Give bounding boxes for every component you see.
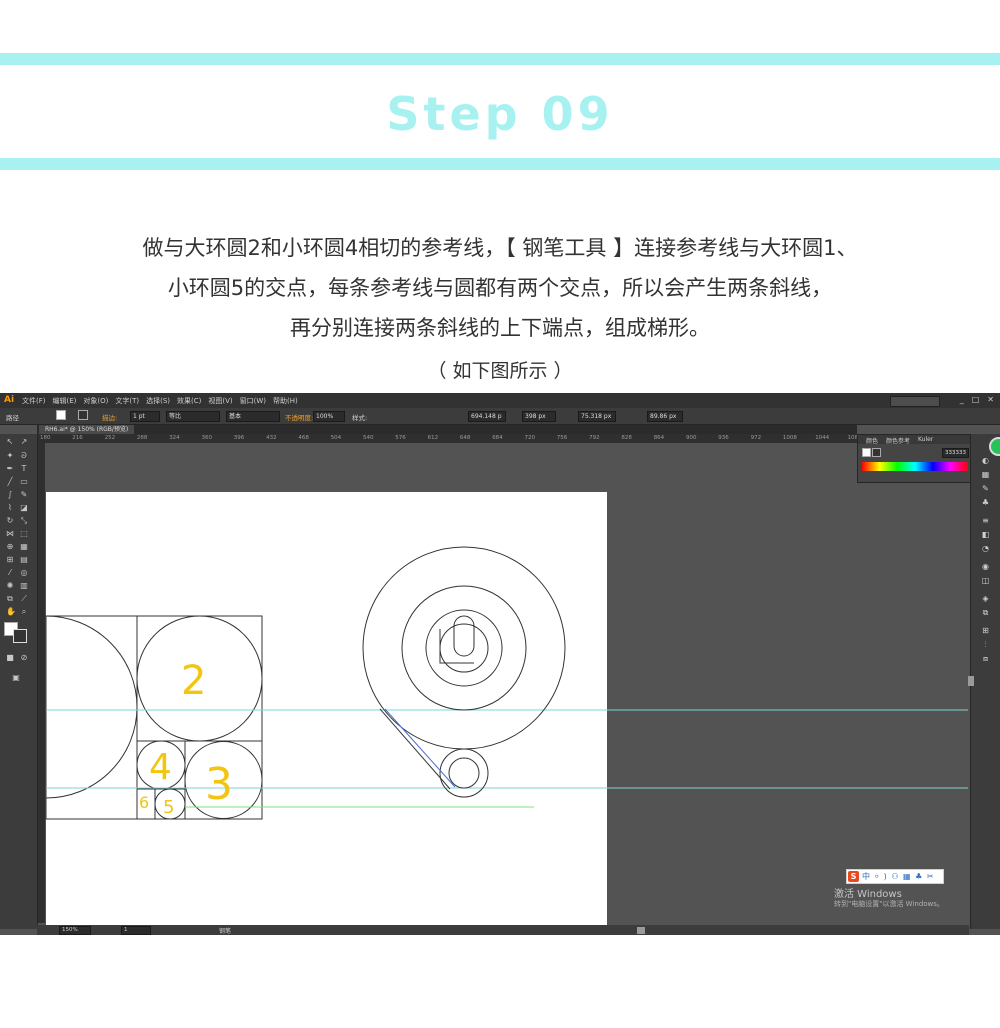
description-line-2: 小环圆5的交点，每条参考线与圆都有两个交点，所以会产生两条斜线， [167, 276, 833, 300]
slanted-line-selected[interactable] [384, 708, 456, 788]
panel-stroke-swatch[interactable] [872, 448, 881, 457]
label-4: 4 [149, 747, 172, 788]
step-title: Step 09 [386, 87, 614, 141]
ring-circle-inner [425, 609, 503, 687]
panel-color-icon[interactable]: ◐ [981, 456, 990, 465]
panel-stroke-icon[interactable]: ≡ [981, 516, 990, 525]
page-field[interactable]: 1 [121, 926, 151, 935]
panel-icon-strip: ◐ ▦ ✎ ♣ ≡ ◧ ◔ ◉ ◫ ◈ ⧉ ⊞ ⫶ ⧈ [970, 434, 1000, 929]
activation-watermark-subtitle: 转到"电脑设置"以激活 Windows。 [834, 900, 944, 908]
status-bar: 150% 1 钢笔 [37, 925, 969, 935]
panel-layers-icon[interactable]: ◈ [981, 594, 990, 603]
panel-pathfinder-icon[interactable]: ⧈ [981, 654, 990, 663]
description-line-1: 做与大环圆2和小环圆4相切的参考线，【 钢笔工具 】连接参考线与大环圆1、 [142, 236, 858, 260]
description: 做与大环圆2和小环圆4相切的参考线，【 钢笔工具 】连接参考线与大环圆1、 小环… [0, 228, 1000, 348]
panel-transform-icon[interactable]: ⊞ [981, 626, 990, 635]
panel-brushes-icon[interactable]: ✎ [981, 484, 990, 493]
top-band [0, 53, 1000, 65]
artwork-canvas[interactable]: 2 4 3 6 5 [0, 393, 1000, 935]
ring-capsule [453, 615, 475, 657]
illustrator-window: Ai 文件(F) 编辑(E) 对象(O) 文字(T) 选择(S) 效果(C) 视… [0, 393, 1000, 935]
ring-circle-middle [401, 585, 527, 711]
tab-color-guide[interactable]: 颜色参考 [886, 436, 910, 445]
panel-transparency-icon[interactable]: ◔ [981, 544, 990, 553]
horizontal-scrollbar-thumb[interactable] [637, 927, 645, 934]
current-tool-label: 钢笔 [219, 928, 232, 935]
bottom-band [0, 158, 1000, 170]
ring-corner-shape [439, 629, 474, 664]
hex-field[interactable]: 333333 [942, 448, 969, 458]
panel-swatches-icon[interactable]: ▦ [981, 470, 990, 479]
small-circle-inner [448, 757, 480, 789]
panel-appearance-icon[interactable]: ◉ [981, 562, 990, 571]
tab-kuler[interactable]: Kuler [918, 436, 933, 443]
panel-fill-swatch[interactable] [862, 448, 871, 457]
grid-rect-left [45, 615, 138, 820]
color-panel-tabs: 颜色 颜色参考 Kuler [858, 435, 971, 445]
description-line-3: 再分别连接两条斜线的上下端点，组成梯形。 [290, 316, 710, 340]
panel-artboards-icon[interactable]: ⧉ [981, 608, 990, 617]
zoom-field[interactable]: 150% [59, 926, 91, 935]
vertical-scrollbar-thumb[interactable] [968, 676, 974, 686]
color-spectrum[interactable] [862, 462, 968, 471]
big-semicircle [45, 615, 138, 799]
small-circle-outer [439, 748, 489, 798]
panel-symbols-icon[interactable]: ♣ [981, 498, 990, 507]
panel-gradient-icon[interactable]: ◧ [981, 530, 990, 539]
tab-color[interactable]: 颜色 [866, 436, 878, 445]
slanted-line-outer[interactable] [379, 708, 451, 790]
caption: （ 如下图所示 ） [427, 360, 573, 382]
label-2: 2 [181, 658, 206, 704]
label-6: 6 [139, 793, 149, 812]
panel-graphic-styles-icon[interactable]: ◫ [981, 576, 990, 585]
label-3: 3 [205, 759, 233, 810]
activation-watermark-title: 激活 Windows [834, 889, 902, 900]
ime-toolbar[interactable]: S 中 ⸰ ) ⚇ ▦ ♣ ✂ [846, 869, 944, 884]
sogou-logo-icon: S [848, 871, 859, 882]
ring-circle-core [439, 623, 489, 673]
label-5: 5 [163, 797, 174, 818]
panel-align-icon[interactable]: ⫶ [981, 640, 990, 649]
color-panel: 颜色 颜色参考 Kuler 333333 [857, 434, 972, 483]
ime-toolbar-icons: 中 ⸰ ) ⚇ ▦ ♣ ✂ [862, 872, 935, 881]
